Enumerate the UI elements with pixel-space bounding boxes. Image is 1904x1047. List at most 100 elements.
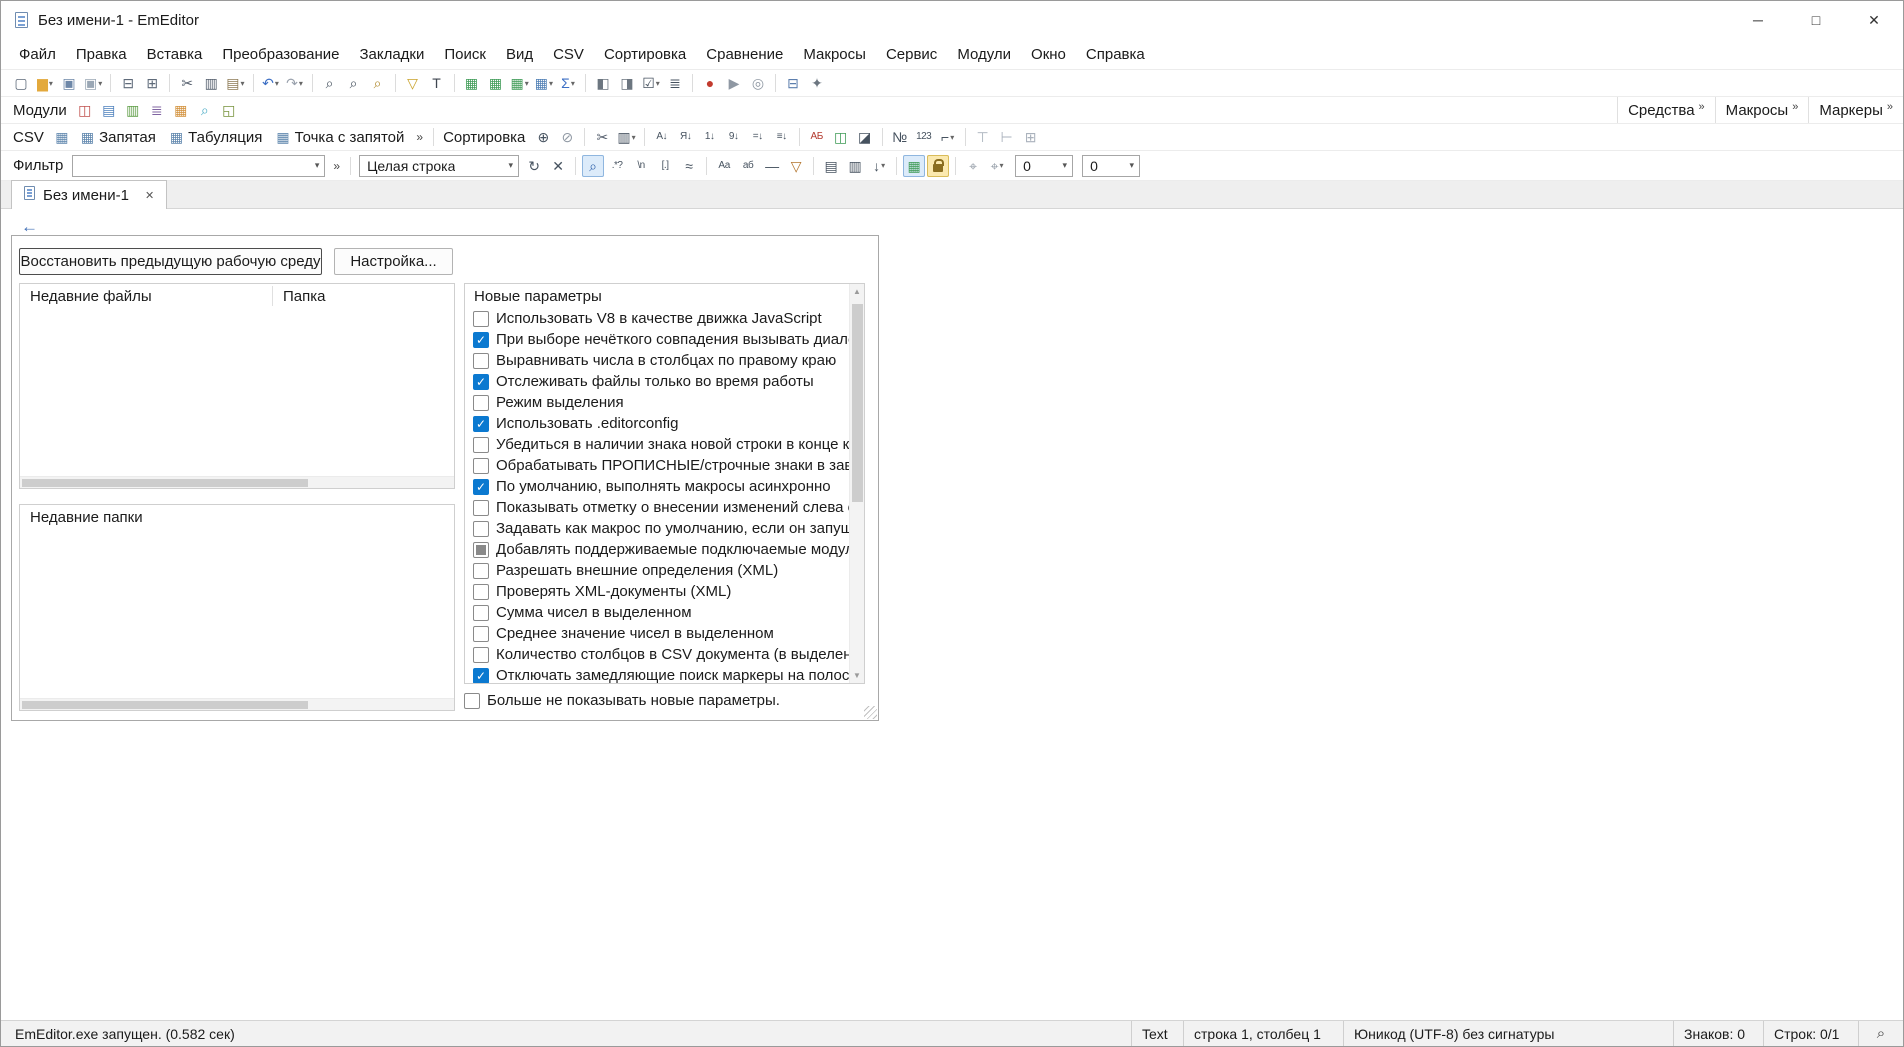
option-row[interactable]: ✓ Отслеживать файлы только во время работ… — [465, 371, 849, 392]
whole-word-icon[interactable]: аб — [737, 155, 759, 177]
checkbox[interactable]: ✓ — [473, 415, 489, 432]
scroll-up-icon[interactable]: ▲ — [850, 287, 864, 296]
tab-close-icon[interactable]: ✕ — [145, 189, 154, 202]
menu-item-convert[interactable]: Преобразование — [212, 39, 349, 69]
checkbox[interactable] — [464, 692, 480, 709]
freeze-left-icon[interactable]: ⊢ — [996, 126, 1018, 148]
checkbox[interactable] — [473, 520, 489, 537]
option-row[interactable]: Показывать отметку о внесении изменений … — [465, 497, 849, 518]
sort-num-asc-icon[interactable]: 1↓ — [699, 126, 721, 148]
zoom-icon[interactable]: ⌕ — [1858, 1021, 1903, 1046]
csv-mode-tab[interactable]: ▦ Табуляция — [163, 126, 269, 148]
menu-item-view[interactable]: Вид — [496, 39, 543, 69]
menu-item-plugins[interactable]: Модули — [947, 39, 1021, 69]
customize-button[interactable]: Настройка... — [334, 248, 453, 275]
checkbox[interactable] — [473, 352, 489, 369]
checkbox[interactable]: ✓ — [473, 667, 489, 683]
wrench-icon[interactable]: ✦ — [806, 72, 828, 94]
chevron-down-icon[interactable]: ▾ — [509, 160, 514, 171]
combine-lines-icon[interactable]: ◫ — [830, 126, 852, 148]
checkbox[interactable] — [473, 562, 489, 579]
column-width-icon[interactable]: ▥ ▾ — [615, 126, 637, 148]
checkbox[interactable] — [473, 625, 489, 642]
chevron-down-icon[interactable]: ▾ — [315, 160, 320, 171]
checkbox[interactable] — [473, 457, 489, 474]
menu-item-insert[interactable]: Вставка — [137, 39, 213, 69]
recent-files-hscrollbar[interactable] — [20, 476, 454, 488]
overflow-chevron-icon[interactable]: » — [1699, 101, 1705, 113]
refresh-filter-icon[interactable]: ↻ — [523, 155, 545, 177]
overflow-chevron-icon[interactable]: » — [1887, 101, 1893, 113]
csv-overflow-chevron[interactable]: » — [416, 130, 423, 144]
plugin-explorer-icon[interactable]: ◫ — [74, 99, 96, 121]
plugin-outline-icon[interactable]: ≣ — [146, 99, 168, 121]
csv-comma-icon[interactable]: ▦ — [461, 72, 483, 94]
close-button[interactable]: ✕ — [1845, 1, 1903, 39]
option-row[interactable]: Добавлять поддерживаемые подключаемые мо… — [465, 539, 849, 560]
combine-view-icon[interactable]: ◨ — [616, 72, 638, 94]
chevron-down-icon[interactable]: ▾ — [1063, 160, 1068, 171]
option-row[interactable]: Режим выделения — [465, 392, 849, 413]
filter-tool-icon[interactable]: ▽ — [402, 72, 424, 94]
csv-mode-comma[interactable]: ▦ Запятая — [74, 126, 163, 148]
toolbar-button-macros-bar[interactable]: Макросы» — [1714, 97, 1809, 123]
heading-rows-select[interactable]: 0 ▾ — [1015, 154, 1074, 177]
option-row[interactable]: Проверять XML-документы (XML) — [465, 581, 849, 602]
menu-item-tools[interactable]: Сервис — [876, 39, 947, 69]
option-row[interactable]: Разрешать внешние определения (XML) — [465, 560, 849, 581]
paste-icon[interactable]: ▤ ▾ — [224, 72, 246, 94]
escape-sequence-icon[interactable]: \n — [630, 155, 652, 177]
menu-item-csv[interactable]: CSV — [543, 39, 594, 69]
recent-folders-column-header[interactable]: Недавние папки — [20, 507, 273, 527]
option-row[interactable]: Количество столбцов в CSV документа (в в… — [465, 644, 849, 665]
number-range-icon[interactable]: 123 — [913, 126, 935, 148]
menu-item-sort[interactable]: Сортировка — [594, 39, 696, 69]
checkbox-tool-icon[interactable]: ☑ ▾ — [640, 72, 662, 94]
plugin-word-count-icon[interactable]: ◱ — [218, 99, 240, 121]
match-case-icon[interactable]: Аа — [713, 155, 735, 177]
sort-options-icon[interactable]: ≡↓ — [771, 126, 793, 148]
sort-num-desc-icon[interactable]: 9↓ — [723, 126, 745, 148]
recent-files-column-header[interactable]: Недавние файлы — [20, 286, 273, 306]
tab-untitled[interactable]: Без имени-1 ✕ — [11, 180, 168, 209]
menu-item-bookmarks[interactable]: Закладки — [349, 39, 434, 69]
overflow-chevron-icon[interactable]: » — [1792, 101, 1798, 113]
line-numbers-icon[interactable]: ≣ — [664, 72, 686, 94]
status-position[interactable]: строка 1, столбец 1 — [1183, 1021, 1343, 1046]
toolbar-button-markers-bar[interactable]: Маркеры » — [1808, 97, 1903, 123]
menu-item-compare[interactable]: Сравнение — [696, 39, 793, 69]
save-all-icon[interactable]: ▣ ▾ — [82, 72, 104, 94]
sort-az-icon[interactable]: А↓ — [651, 126, 673, 148]
option-row[interactable]: ✓ По умолчанию, выполнять макросы асинхро… — [465, 476, 849, 497]
csv-table-icon[interactable]: ▦ — [51, 126, 73, 148]
plugin-html-icon[interactable]: ▤ — [98, 99, 120, 121]
delete-duplicates-icon[interactable]: АБ — [806, 126, 828, 148]
checkbox[interactable] — [473, 499, 489, 516]
scrollbar-thumb[interactable] — [22, 701, 309, 709]
sort-disable-icon[interactable]: ⊘ — [556, 126, 578, 148]
dont-show-option[interactable]: Больше не показывать новые параметры. — [464, 692, 780, 709]
filter-input[interactable]: ▾ — [72, 154, 326, 177]
heading-columns-select[interactable]: 0 ▾ — [1082, 154, 1141, 177]
sum-icon[interactable]: Σ ▾ — [557, 72, 579, 94]
chevron-down-icon[interactable]: ▾ — [1130, 160, 1135, 171]
sort-move-icon[interactable]: ⊕ — [532, 126, 554, 148]
lock-icon[interactable] — [927, 154, 950, 177]
print-preview-icon[interactable]: ⊞ — [141, 72, 163, 94]
maximize-button[interactable]: □ — [1787, 1, 1845, 39]
back-icon[interactable]: ← — [21, 217, 38, 237]
checkbox[interactable]: ✓ — [473, 478, 489, 495]
option-row[interactable]: Убедиться в наличии знака новой строки в… — [465, 434, 849, 455]
fuzzy-match-icon[interactable]: ≈ — [678, 155, 700, 177]
redo-icon[interactable]: ↷ ▾ — [284, 72, 306, 94]
all-documents-icon[interactable]: ▥ — [844, 155, 866, 177]
negative-filter-icon[interactable]: — — [761, 155, 783, 177]
status-lines[interactable]: Строк: 0/1 — [1763, 1021, 1858, 1046]
scrollbar-thumb[interactable] — [852, 304, 863, 502]
option-row[interactable]: ✓ Использовать .editorconfig — [465, 413, 849, 434]
clear-filter-icon[interactable]: ✕ — [547, 155, 569, 177]
option-row[interactable]: Использовать V8 в качестве движка JavaSc… — [465, 308, 849, 329]
cut-columns-icon[interactable]: ✂ — [591, 126, 613, 148]
toolbar-button-tools-bar[interactable]: Средства » — [1617, 97, 1715, 123]
option-row[interactable]: Сумма чисел в выделенном — [465, 602, 849, 623]
